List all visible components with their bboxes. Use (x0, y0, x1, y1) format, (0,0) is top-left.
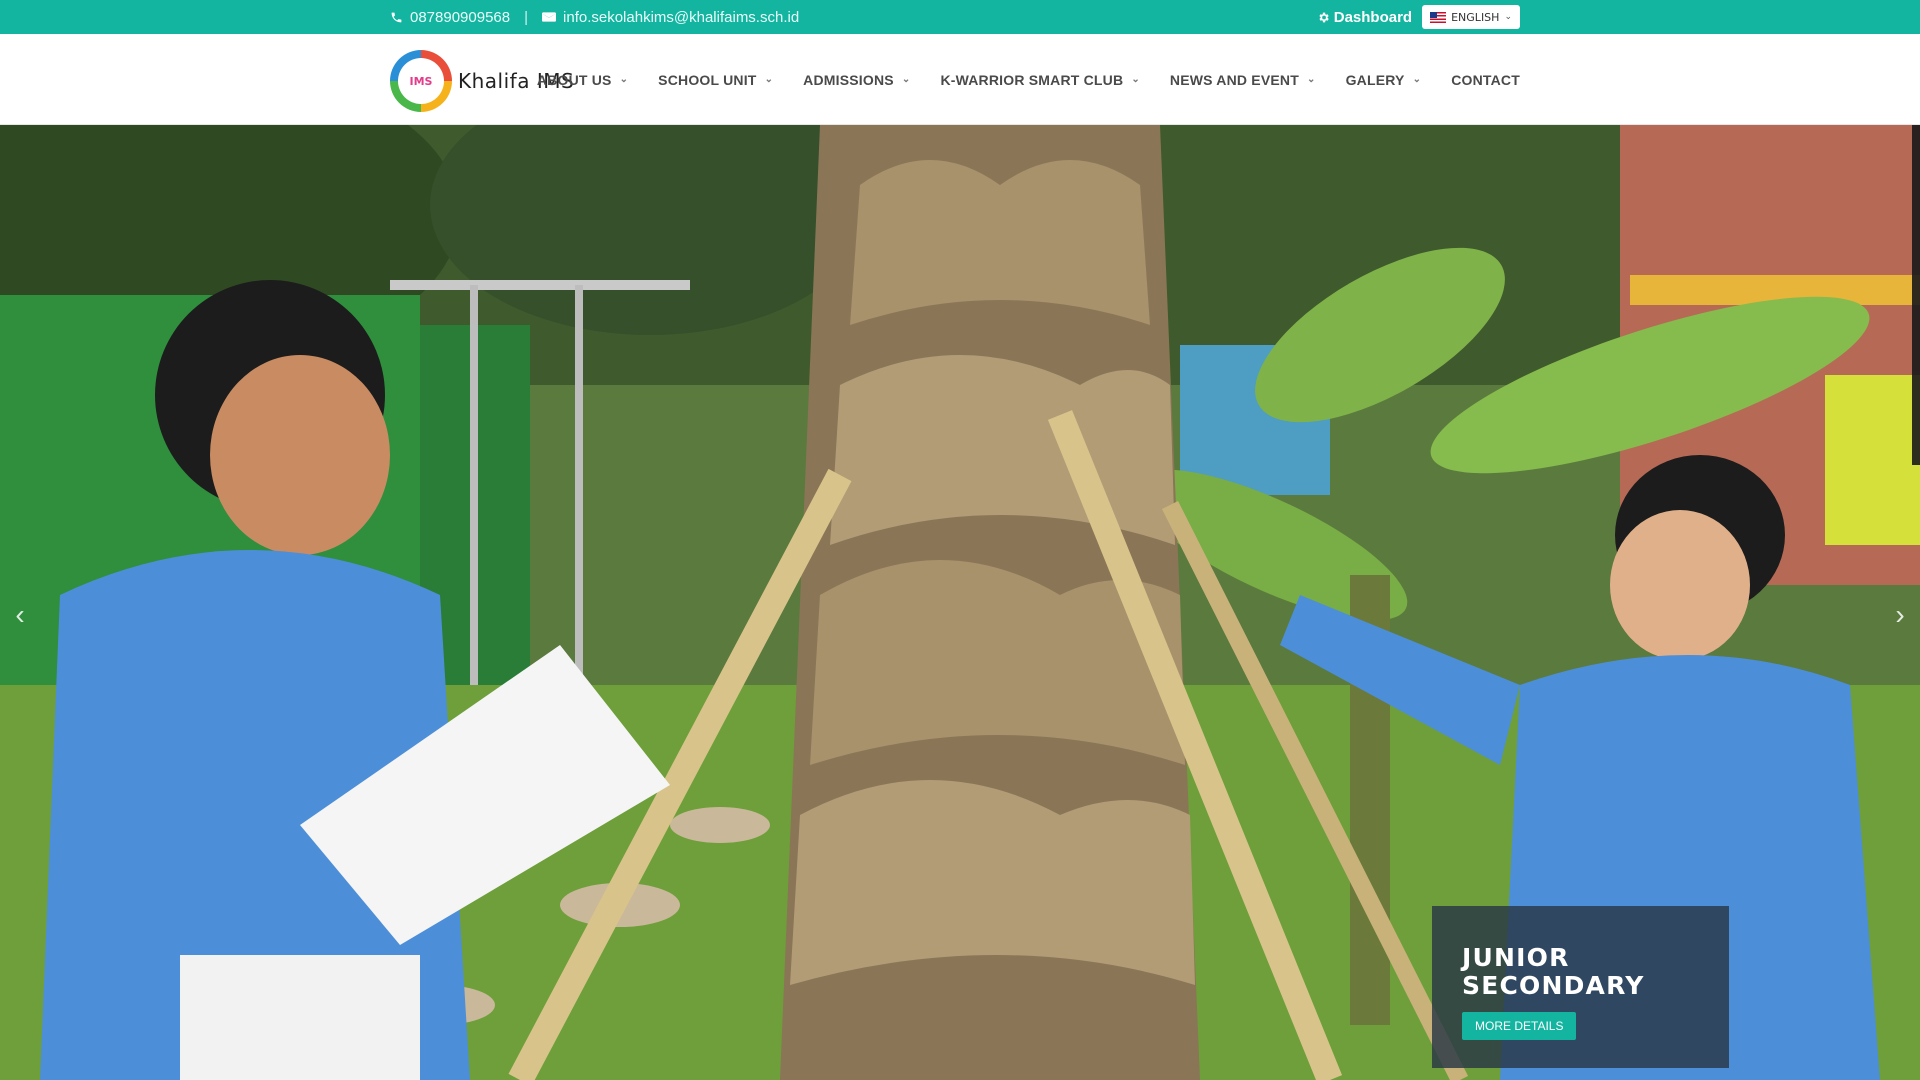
chevron-down-icon: ⌄ (901, 74, 911, 85)
main-nav: ABOUT US ⌄ SCHOOL UNIT ⌄ ADMISSIONS ⌄ K-… (522, 34, 1520, 125)
chevron-down-icon: ⌄ (1504, 12, 1512, 22)
slider-next-button[interactable]: › (1880, 575, 1920, 655)
site-header: IMS Khalifa IMS ABOUT US ⌄ SCHOOL UNIT ⌄… (0, 34, 1920, 125)
top-bar: 087890909568 | info.sekolahkims@khalifai… (0, 0, 1920, 34)
nav-item-admissions[interactable]: ADMISSIONS ⌄ (788, 72, 925, 88)
top-right-actions: Dashboard ENGLISH ⌄ (1317, 0, 1520, 34)
nav-item-news-and-event[interactable]: NEWS AND EVENT ⌄ (1155, 72, 1331, 88)
email-link[interactable]: info.sekolahkims@khalifaims.sch.id (542, 9, 799, 26)
us-flag-icon (1430, 11, 1447, 23)
nav-item-k-warrior-smart-club[interactable]: K-WARRIOR SMART CLUB ⌄ (925, 72, 1154, 88)
contact-info: 087890909568 | info.sekolahkims@khalifai… (390, 0, 799, 34)
email-address: info.sekolahkims@khalifaims.sch.id (563, 8, 800, 26)
nav-item-school-unit[interactable]: SCHOOL UNIT ⌄ (643, 72, 788, 88)
language-label: ENGLISH (1451, 10, 1500, 24)
contact-separator: | (524, 8, 529, 26)
logo-mark-text: IMS (398, 58, 444, 104)
nav-label: SCHOOL UNIT (658, 71, 757, 88)
phone-link[interactable]: 087890909568 (390, 9, 510, 26)
nav-item-about-us[interactable]: ABOUT US ⌄ (522, 72, 643, 88)
chevron-down-icon: ⌄ (619, 74, 629, 85)
nav-label: NEWS AND EVENT (1169, 71, 1299, 88)
nav-label: K-WARRIOR SMART CLUB (940, 71, 1124, 88)
dashboard-label: Dashboard (1333, 8, 1413, 26)
hero-slider: ‹ › JUNIOR SECONDARY MORE DETAILS (0, 125, 1920, 1080)
gear-icon (1319, 12, 1329, 22)
more-details-button[interactable]: MORE DETAILS (1462, 1012, 1577, 1040)
nav-label: ABOUT US (536, 71, 612, 88)
page-scrollbar[interactable] (1912, 125, 1920, 465)
phone-icon (391, 12, 402, 22)
chevron-down-icon: ⌄ (1131, 74, 1140, 85)
slide-caption-title: JUNIOR SECONDARY (1462, 943, 1645, 1000)
chevron-left-icon: ‹ (15, 599, 25, 630)
nav-label: CONTACT (1451, 71, 1520, 88)
slide-caption: JUNIOR SECONDARY MORE DETAILS (1432, 906, 1729, 1068)
chevron-down-icon: ⌄ (1306, 74, 1316, 85)
chevron-down-icon: ⌄ (764, 74, 774, 85)
chevron-right-icon: › (1895, 599, 1905, 630)
chevron-down-icon: ⌄ (1412, 74, 1422, 85)
logo-mark: IMS (390, 50, 452, 112)
slider-prev-button[interactable]: ‹ (0, 575, 40, 655)
language-selector[interactable]: ENGLISH ⌄ (1422, 5, 1520, 29)
envelope-icon (542, 12, 557, 22)
nav-item-contact[interactable]: CONTACT (1436, 72, 1520, 88)
phone-number: 087890909568 (410, 8, 511, 26)
dashboard-link[interactable]: Dashboard (1317, 9, 1412, 26)
nav-label: GALERY (1345, 71, 1405, 88)
nav-label: ADMISSIONS (803, 71, 894, 88)
nav-item-galery[interactable]: GALERY ⌄ (1331, 72, 1437, 88)
